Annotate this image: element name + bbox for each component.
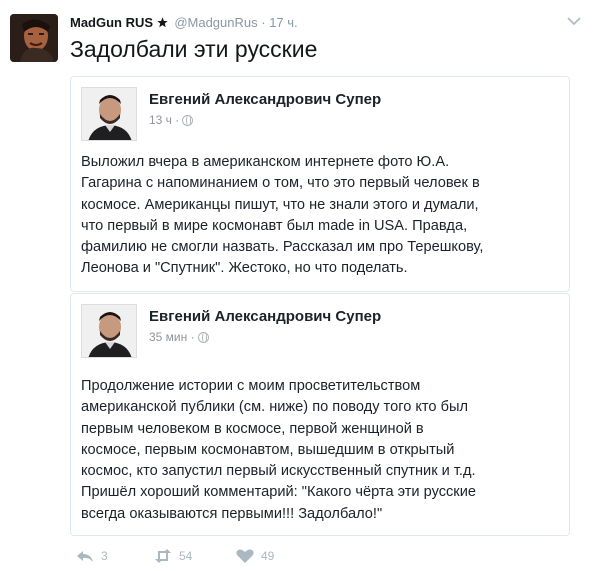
retweet-count: 54 <box>179 549 193 563</box>
author-photo <box>81 304 137 358</box>
quoted-post[interactable]: Евгений Александрович Супер 35 мин · Про… <box>70 293 570 536</box>
user-handle[interactable]: @MadgunRus <box>174 15 257 30</box>
retweet-icon <box>155 549 171 563</box>
post-line: Пришёл хороший комментарий: "Какого чёрт… <box>81 484 476 501</box>
post-author[interactable]: Евгений Александрович Супер <box>149 308 381 325</box>
display-name[interactable]: MadGun RUS <box>70 15 153 30</box>
post-line: космосе. Американцы пишут, что не знали … <box>81 196 479 213</box>
tweet: MadGun RUS @MadgunRus · 17 ч. Задолбали … <box>0 0 607 571</box>
tweet-timestamp[interactable]: 17 ч. <box>269 15 297 30</box>
avatar-photo <box>10 14 58 62</box>
post-body: Продолжение истории с моим просветительс… <box>81 376 561 525</box>
post-author[interactable]: Евгений Александрович Супер <box>149 91 381 108</box>
quoted-post[interactable]: Евгений Александрович Супер 13 ч · Вылож… <box>70 76 570 292</box>
post-line: фамилию не смогли назвать. Рассказал им … <box>81 239 484 256</box>
post-time[interactable]: 13 ч · <box>149 113 179 127</box>
heart-icon <box>236 549 254 563</box>
star-icon <box>157 17 168 28</box>
author-portrait <box>82 88 136 140</box>
tweet-header: MadGun RUS @MadgunRus · 17 ч. <box>70 15 298 30</box>
like-count: 49 <box>261 549 275 563</box>
user-avatar[interactable] <box>10 14 58 62</box>
globe-icon <box>182 114 194 126</box>
reply-icon <box>77 551 93 562</box>
chevron-down-icon[interactable] <box>565 14 583 28</box>
post-line: Продолжение истории с моим просветительс… <box>81 378 421 394</box>
post-line: космосе, первым космонавтом, вышедшим в … <box>81 441 455 458</box>
post-line: первым человеком в космосе, первой женщи… <box>81 420 424 437</box>
author-portrait <box>82 305 136 357</box>
author-photo <box>81 87 137 141</box>
globe-icon <box>197 331 209 343</box>
retweet-button[interactable]: 54 <box>153 548 235 564</box>
post-line: Гагарина с напоминанием о том, что это п… <box>81 175 480 192</box>
tweet-text: Задолбали эти русские <box>70 36 318 62</box>
post-line: всегда оказываются первыми!!! Задолбало!… <box>81 505 383 522</box>
post-line: что первый в мире космонавт был made in … <box>81 217 468 234</box>
post-line: Выложил вчера в американском интернете ф… <box>81 154 450 170</box>
action-bar: 3 54 49 <box>75 548 274 564</box>
post-body: Выложил вчера в американском интернете ф… <box>81 152 561 280</box>
separator-dot: · <box>261 15 266 30</box>
post-time[interactable]: 35 мин · <box>149 330 195 344</box>
reply-button[interactable]: 3 <box>75 548 153 564</box>
post-line: космос, кто запустил первый искусственны… <box>81 463 476 480</box>
post-line: американской публики (см. ниже) по повод… <box>81 399 468 416</box>
reply-count: 3 <box>101 549 108 563</box>
post-meta: 13 ч · <box>149 113 194 127</box>
like-button[interactable]: 49 <box>235 548 274 564</box>
post-line: Леонова и "Спутник". Жестоко, но что под… <box>81 260 408 277</box>
post-meta: 35 мин · <box>149 330 209 344</box>
